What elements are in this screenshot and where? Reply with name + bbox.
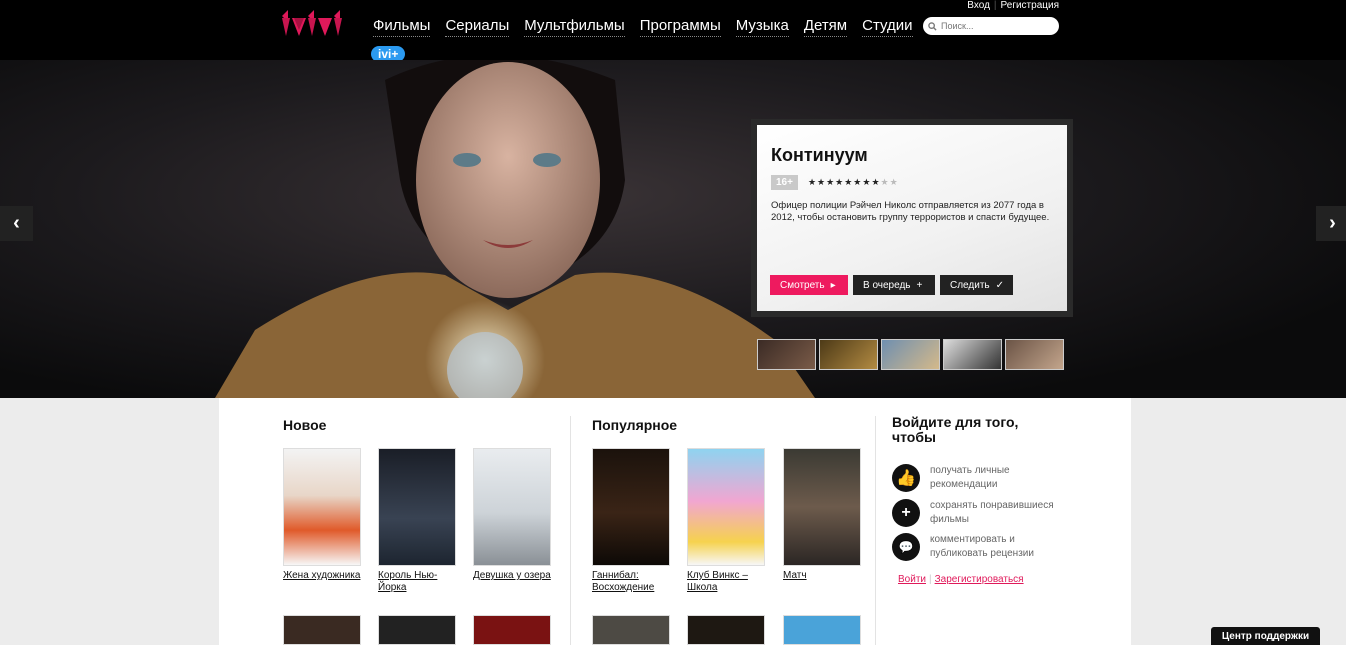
nav-programs[interactable]: Программы [639,17,721,37]
follow-button-label: Следить [950,279,990,291]
poster-image[interactable] [783,448,861,566]
poster-image[interactable] [283,615,361,645]
nav-series[interactable]: Сериалы [445,17,510,37]
benefit-save: + сохранять понравившиеся фильмы [892,499,1070,527]
benefit-text: получать личные рекомендации [930,465,1010,490]
hero-image [215,60,815,398]
promo-card: Континуум 16+ ★★★★★★★★★★ Офицер полиции … [751,119,1073,317]
chevron-right-icon: › [1329,212,1336,234]
queue-button[interactable]: В очередь + [853,275,935,295]
login-links: Войти | Зарегистироваться [898,574,1024,585]
star-rating[interactable]: ★★★★★★★★★★ [808,177,899,188]
divider [570,416,571,645]
benefit-text: сохранять понравившиеся фильмы [930,500,1054,525]
nav-studios[interactable]: Студии [862,17,913,37]
poster-image[interactable] [473,615,551,645]
poster-title[interactable]: Жена художника [283,570,363,582]
main-nav: Фильмы Сериалы Мультфильмы Программы Муз… [373,17,913,37]
hero-banner[interactable]: ‹ › Континуум 16+ ★★★★★★★★★★ Офицер поли… [0,60,1346,398]
slide-thumbnails [757,339,1064,370]
support-center-button[interactable]: Центр поддержки [1211,627,1320,645]
next-slide-arrow[interactable]: › [1316,206,1346,241]
nav-kids[interactable]: Детям [803,17,848,37]
benefit-recommendations: 👍 получать личные рекомендации [892,464,1070,492]
auth-links: Вход | Регистрация [967,0,1059,11]
check-icon: ✓ [995,279,1004,291]
nav-music[interactable]: Музыка [735,17,789,37]
divider [875,416,876,645]
slide-thumbnail[interactable] [757,339,816,370]
poster-image[interactable] [378,615,456,645]
content-login-link[interactable]: Войти [898,574,926,585]
search-icon [928,21,937,31]
search-box[interactable] [923,17,1059,35]
queue-button-label: В очередь [863,279,911,291]
slide-thumbnail[interactable] [881,339,940,370]
promo-actions: Смотреть ▸ В очередь + Следить ✓ [770,275,1013,295]
poster-image[interactable] [592,615,670,645]
watch-button-label: Смотреть [780,279,825,291]
poster-image[interactable] [592,448,670,566]
watch-button[interactable]: Смотреть ▸ [770,275,848,295]
separator: | [928,574,932,585]
poster-image[interactable] [378,448,456,566]
benefit-comment: 💬 комментировать и публиковать рецензии [892,533,1070,561]
prev-slide-arrow[interactable]: ‹ [0,206,33,241]
nav-cartoons[interactable]: Мультфильмы [524,17,625,37]
plus-icon: + [892,499,920,527]
poster-title[interactable]: Клуб Винкс – Школа [687,570,767,594]
slide-thumbnail[interactable] [819,339,878,370]
separator: | [993,0,997,11]
slide-thumbnail[interactable] [943,339,1002,370]
section-title-popular[interactable]: Популярное [592,417,677,433]
slide-thumbnail[interactable] [1005,339,1064,370]
content-register-link[interactable]: Зарегистироваться [935,574,1024,585]
poster-image[interactable] [473,448,551,566]
ivi-logo[interactable] [282,6,344,40]
section-title-login: Войдите для того, чтобы [892,414,1019,445]
register-link[interactable]: Регистрация [1001,0,1059,11]
nav-films[interactable]: Фильмы [373,17,431,37]
search-input[interactable] [941,21,1051,31]
follow-button[interactable]: Следить ✓ [940,275,1013,295]
promo-description: Офицер полиции Рэйчел Николс отправляетс… [771,200,1050,223]
age-rating-badge: 16+ [771,175,798,190]
poster-image[interactable] [283,448,361,566]
poster-title[interactable]: Матч [783,570,863,582]
chevron-left-icon: ‹ [13,212,20,234]
plus-icon: + [916,279,923,291]
top-bar: Фильмы Сериалы Мультфильмы Программы Муз… [0,0,1346,62]
thumbs-up-icon: 👍 [892,464,920,492]
content-panel: Новое Популярное Войдите для того, чтобы… [219,398,1131,645]
promo-card-body: Континуум 16+ ★★★★★★★★★★ Офицер полиции … [757,125,1067,311]
play-icon: ▸ [830,279,836,291]
section-title-new[interactable]: Новое [283,417,326,433]
poster-image[interactable] [783,615,861,645]
poster-title[interactable]: Девушка у озера [473,570,553,582]
promo-title[interactable]: Континуум [771,145,1053,166]
poster-title[interactable]: Ганнибал: Восхождение [592,570,672,594]
poster-image[interactable] [687,448,765,566]
promo-meta: 16+ ★★★★★★★★★★ [771,175,1053,190]
login-link[interactable]: Вход [967,0,990,11]
poster-title[interactable]: Король Нью-Йорка [378,570,458,594]
speech-bubble-icon: 💬 [892,533,920,561]
poster-image[interactable] [687,615,765,645]
benefit-text: комментировать и публиковать рецензии [930,534,1034,559]
